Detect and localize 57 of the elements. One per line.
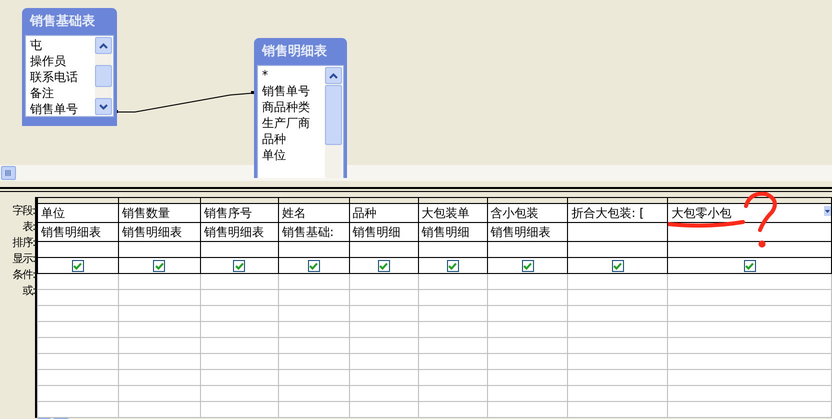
row-label: 表: [21, 219, 35, 235]
field-list-item[interactable]: 单位 [262, 147, 325, 163]
scroll-up-icon[interactable] [325, 67, 342, 84]
table-window-title: 销售明细表 [260, 43, 328, 61]
field-cell[interactable]: 销售序号 [204, 205, 252, 221]
show-checkbox[interactable] [233, 260, 246, 272]
field-list-item[interactable]: * [262, 67, 325, 83]
field-cell[interactable]: 大包装单 [422, 205, 470, 221]
column-selector[interactable] [200, 198, 278, 204]
field-list-item[interactable]: 销售单号 [30, 101, 95, 115]
scroll-down-icon[interactable] [95, 98, 112, 115]
scrollbar[interactable] [325, 67, 342, 178]
show-checkbox[interactable] [612, 260, 624, 272]
field-list-item[interactable]: 屯 [30, 37, 95, 53]
show-checkbox[interactable] [378, 260, 390, 272]
column-selector[interactable] [418, 198, 488, 204]
field-cell[interactable]: 姓名 [282, 205, 306, 221]
horizontal-scrollbar[interactable] [0, 165, 832, 181]
field-list-item[interactable]: 联系电话 [30, 69, 95, 85]
scroll-thumb-icon[interactable] [1, 166, 16, 180]
show-checkbox[interactable] [308, 260, 320, 272]
row-label: 或: [21, 283, 35, 299]
field-list-item[interactable]: 品种 [262, 131, 325, 147]
column-selector[interactable] [349, 198, 418, 204]
field-cell[interactable]: 销售数量 [122, 205, 170, 221]
column-selector[interactable] [487, 198, 568, 204]
column-selector[interactable] [118, 198, 200, 204]
field-list-item[interactable]: 操作员 [30, 53, 95, 69]
field-cell[interactable]: 大包零小包 [671, 205, 732, 221]
table-window-title: 销售基础表 [28, 13, 96, 31]
show-checkbox[interactable] [72, 260, 84, 272]
row-label: 显示: [11, 251, 35, 267]
column-selector[interactable] [568, 198, 668, 204]
field-cell[interactable]: 品种 [352, 205, 377, 221]
table-window[interactable]: 销售明细表 * 销售单号 商品种类 生产厂商 品种 单位 [254, 38, 347, 178]
column-selector[interactable] [668, 198, 832, 204]
table-window[interactable]: 销售基础表 屯 操作员 联系电话 备注 销售单号 [22, 8, 117, 126]
field-cell[interactable]: 含小包装 [490, 205, 539, 221]
show-checkbox[interactable] [744, 260, 756, 272]
scroll-up-icon[interactable] [95, 37, 112, 54]
field-list-item[interactable]: 商品种类 [262, 99, 325, 115]
field-list-item[interactable]: 备注 [30, 85, 95, 101]
show-checkbox[interactable] [522, 260, 534, 272]
row-label: 排序: [11, 235, 35, 251]
field-list-item[interactable]: 生产厂商 [262, 115, 325, 131]
field-cell[interactable]: 单位 [41, 205, 65, 221]
row-label: 字段: [11, 203, 35, 219]
column-selector[interactable] [38, 198, 118, 204]
field-cell[interactable]: 折合大包装: [ [571, 205, 644, 221]
scroll-thumb-icon[interactable] [95, 65, 112, 87]
scroll-thumb-icon[interactable] [325, 85, 342, 145]
scrollbar[interactable] [95, 37, 112, 115]
show-checkbox[interactable] [446, 260, 459, 272]
row-label: 条件: [11, 267, 35, 283]
column-selector[interactable] [278, 198, 350, 204]
show-checkbox[interactable] [153, 260, 166, 272]
field-list-item[interactable]: 销售单号 [262, 83, 325, 99]
